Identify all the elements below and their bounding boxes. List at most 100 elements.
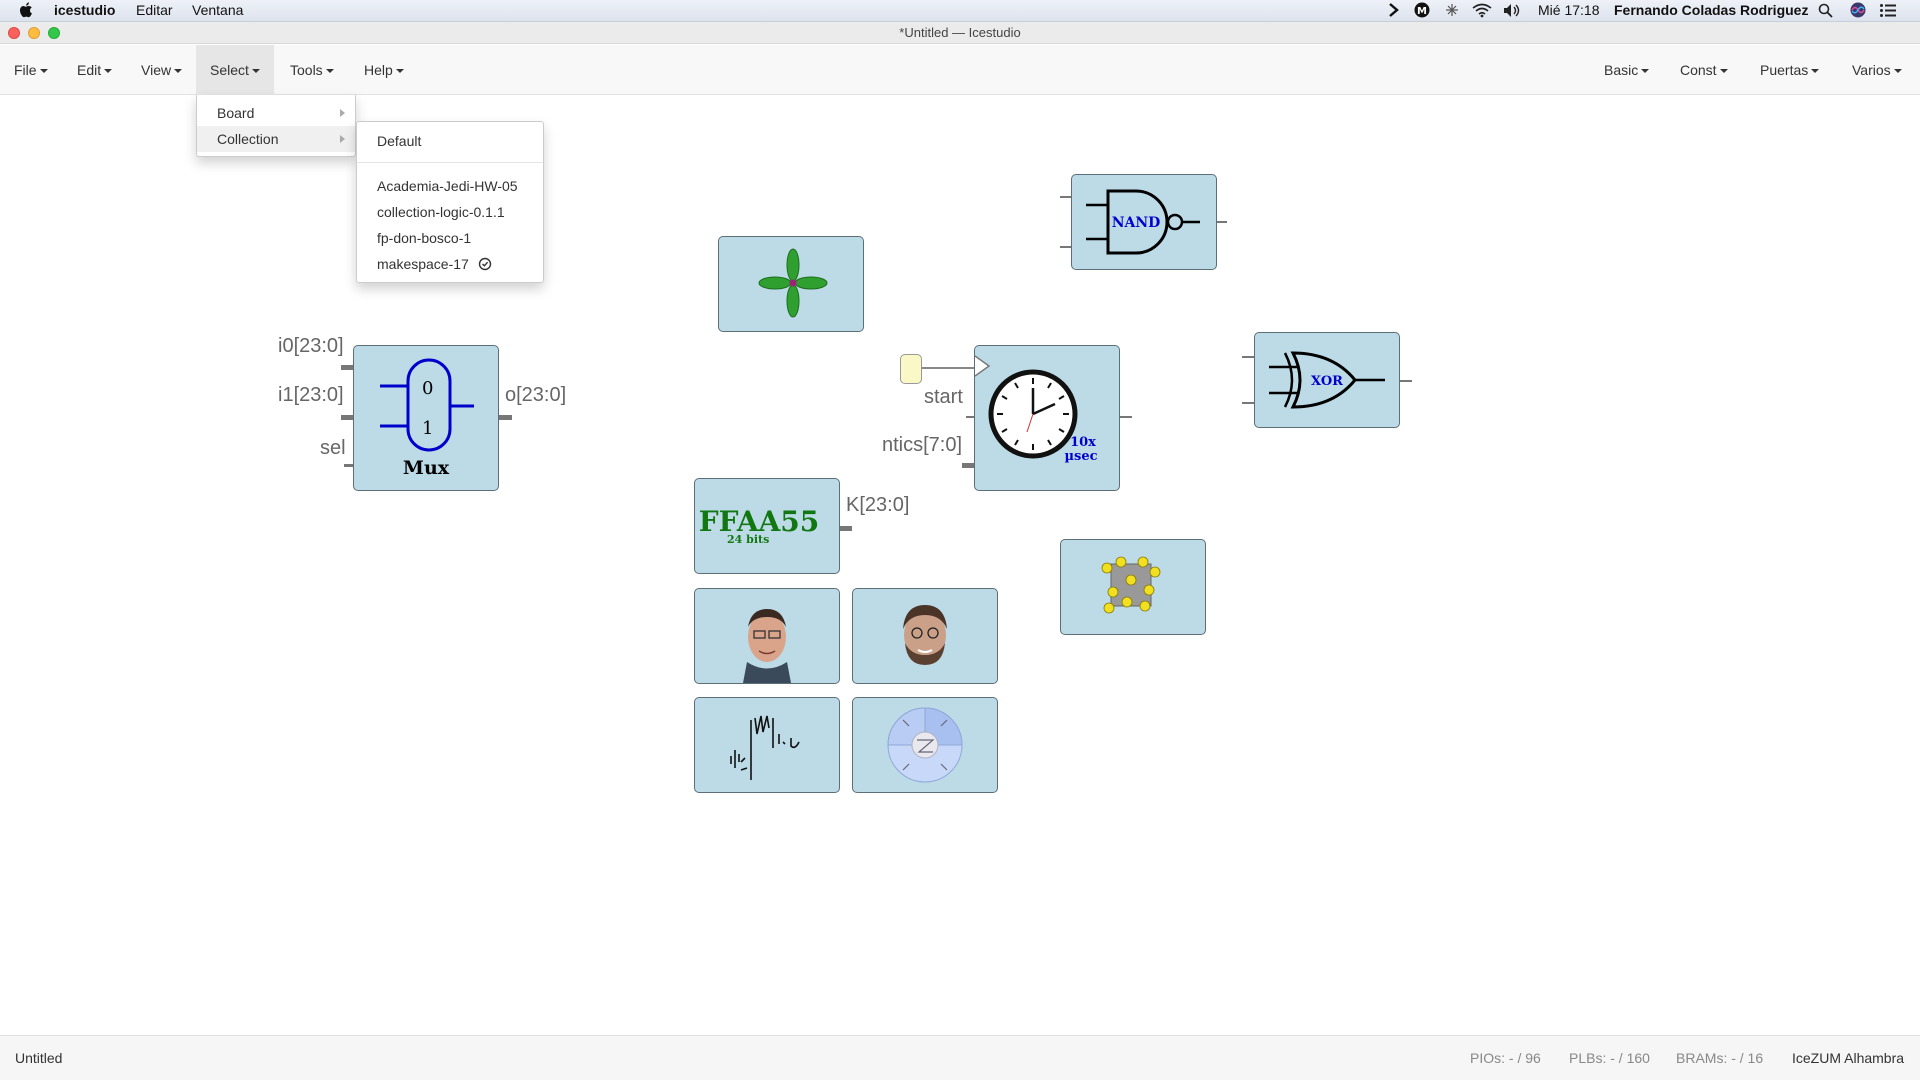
nand-gate-icon: NAND	[1086, 189, 1200, 255]
siri-icon[interactable]	[1850, 2, 1866, 21]
constant-bits: 24 bits	[727, 533, 769, 546]
select-menu-board[interactable]: Board	[197, 100, 355, 126]
chevron-right-icon[interactable]	[1388, 1, 1400, 22]
check-circle-icon	[478, 257, 491, 271]
timer-port-ntics[interactable]	[962, 463, 974, 468]
mac-app-name[interactable]: icestudio	[54, 2, 115, 18]
close-window-button[interactable]	[8, 27, 20, 39]
mux-title: Mux	[403, 457, 450, 479]
timer-port-out[interactable]	[1118, 416, 1132, 418]
author-avatar-block-1[interactable]	[694, 588, 840, 684]
status-brams: BRAMs: - / 16	[1676, 1050, 1764, 1066]
constant-block[interactable]: FFAA55 24 bits	[694, 478, 840, 574]
mux-symbol-icon: 0 1 Mux	[380, 358, 474, 479]
menu-view[interactable]: View	[127, 45, 196, 95]
mac-menu-ventana[interactable]: Ventana	[192, 2, 243, 18]
xor-label: XOR	[1311, 374, 1343, 389]
start-input-pin[interactable]	[900, 354, 922, 384]
select-menu-board-label: Board	[217, 105, 255, 121]
collection-item-default[interactable]: Default	[357, 128, 543, 154]
timer-port-start[interactable]	[966, 416, 974, 418]
flower-icon	[758, 248, 828, 318]
signature-glyphs-icon	[730, 715, 800, 780]
signature-block[interactable]	[694, 697, 840, 793]
menu-file[interactable]: File	[0, 45, 62, 95]
mux-block[interactable]: 0 1 Mux	[353, 345, 499, 491]
menu-select-label: Select	[210, 62, 249, 78]
menu-varios-label: Varios	[1852, 62, 1891, 78]
mac-menu-editar[interactable]: Editar	[136, 2, 173, 18]
select-menu-collection[interactable]: Collection	[197, 126, 355, 152]
submenu-arrow-icon	[340, 109, 345, 117]
port-label-ntics: ntics[7:0]	[882, 434, 963, 456]
xor-port-a[interactable]	[1242, 356, 1254, 358]
mac-user-name[interactable]: Fernando Coladas Rodriguez	[1614, 2, 1808, 18]
caret-down-icon	[39, 69, 48, 74]
constant-port-out[interactable]	[840, 526, 852, 531]
zoom-window-button[interactable]	[48, 27, 60, 39]
window-title: *Untitled — Icestudio	[899, 25, 1021, 40]
caret-down-icon	[251, 69, 260, 74]
menu-view-label: View	[141, 62, 172, 78]
notification-center-icon[interactable]	[1880, 4, 1896, 20]
menu-puertas[interactable]: Puertas	[1746, 45, 1833, 95]
caret-down-icon	[395, 69, 404, 74]
menu-help[interactable]: Help	[350, 45, 418, 95]
flower-block[interactable]	[718, 236, 864, 332]
minimize-window-button[interactable]	[28, 27, 40, 39]
status-pios: PIOs: - / 96	[1470, 1050, 1541, 1066]
status-plbs: PLBs: - / 160	[1569, 1050, 1650, 1066]
caret-down-icon	[1893, 69, 1902, 74]
status-board[interactable]: IceZUM Alhambra	[1792, 1050, 1904, 1066]
collection-item-collection-logic[interactable]: collection-logic-0.1.1	[357, 199, 543, 225]
menu-varios[interactable]: Varios	[1838, 45, 1916, 95]
status-bar: Untitled PIOs: - / 96 PLBs: - / 160 BRAM…	[0, 1035, 1920, 1080]
xor-gate-block[interactable]: XOR	[1254, 332, 1400, 428]
menu-const[interactable]: Const	[1666, 45, 1742, 95]
start-wire	[922, 367, 974, 369]
collection-item-makespace[interactable]: makespace-17	[357, 251, 543, 277]
svg-text:M: M	[1417, 6, 1427, 17]
port-label-i0: i0[23:0]	[278, 335, 344, 357]
mux-port-out[interactable]	[498, 415, 512, 420]
caret-down-icon	[1811, 69, 1820, 74]
nand-port-b[interactable]	[1060, 246, 1071, 248]
app-navbar: File Edit View Select Tools Help Basic C…	[0, 45, 1920, 95]
design-canvas[interactable]: i0[23:0] i1[23:0] sel o[23:0] 0 1 Mux NA…	[0, 96, 1920, 1034]
caret-down-icon	[104, 69, 113, 74]
puzzle-block[interactable]	[852, 697, 998, 793]
nand-port-a[interactable]	[1060, 196, 1071, 198]
menu-basic[interactable]: Basic	[1590, 45, 1663, 95]
timer-block[interactable]: 10x µsec	[974, 345, 1120, 491]
spotlight-search-icon[interactable]	[1818, 3, 1833, 21]
menu-edit[interactable]: Edit	[63, 45, 126, 95]
menu-tools[interactable]: Tools	[276, 45, 348, 95]
apple-icon[interactable]	[20, 2, 34, 21]
xor-port-b[interactable]	[1242, 402, 1254, 404]
collection-item-fp-don-bosco[interactable]: fp-don-bosco-1	[357, 225, 543, 251]
volume-icon[interactable]	[1502, 3, 1522, 21]
mux-port-i0[interactable]	[341, 365, 353, 370]
xor-port-out[interactable]	[1398, 380, 1412, 382]
caret-down-icon	[1719, 69, 1728, 74]
caret-down-icon	[325, 69, 334, 74]
mux-port-i1[interactable]	[341, 415, 353, 420]
author-avatar-block-2[interactable]	[852, 588, 998, 684]
port-label-i1: i1[23:0]	[278, 384, 344, 406]
menu-file-label: File	[14, 62, 37, 78]
m-badge-icon[interactable]: M	[1414, 2, 1430, 21]
collection-item-academia-jedi[interactable]: Academia-Jedi-HW-05	[357, 173, 543, 199]
molecule-block[interactable]	[1060, 539, 1206, 635]
caret-down-icon	[1641, 69, 1650, 74]
mac-clock[interactable]: Mié 17:18	[1538, 2, 1599, 18]
menu-divider	[357, 162, 543, 163]
mux-input1-label: 1	[422, 418, 433, 439]
mac-menubar: icestudio Editar Ventana M Mié 17:18 Fer…	[0, 0, 1920, 22]
network-activity-icon[interactable]	[1444, 2, 1460, 21]
menu-select[interactable]: Select	[196, 45, 274, 95]
wifi-icon[interactable]	[1472, 3, 1492, 21]
avatar-person-1-icon	[743, 609, 791, 683]
molecule-icon	[1101, 556, 1161, 614]
menu-help-label: Help	[364, 62, 393, 78]
nand-gate-block[interactable]: NAND	[1071, 174, 1217, 270]
